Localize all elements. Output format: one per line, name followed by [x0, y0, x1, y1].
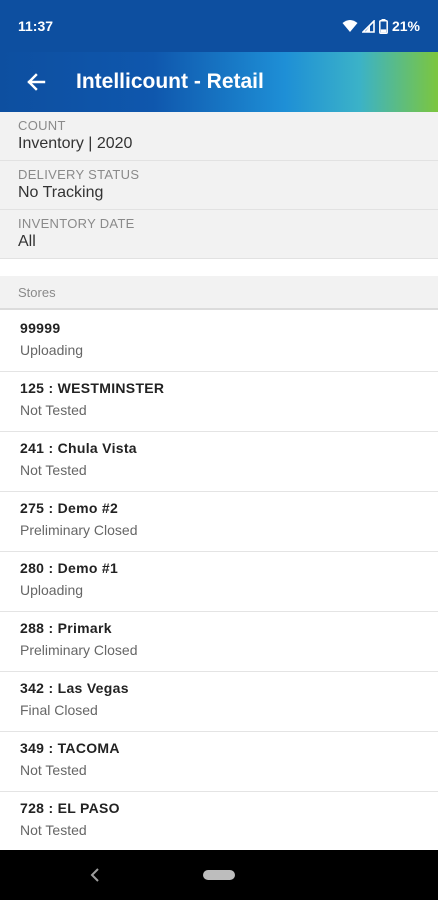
store-name: 241 : Chula Vista — [20, 440, 137, 456]
filter-value: Inventory | 2020 — [18, 135, 133, 152]
back-button[interactable] — [18, 64, 54, 100]
app-bar: Intellicount - Retail — [0, 52, 438, 112]
store-status: Uploading — [20, 582, 84, 598]
filter-count[interactable]: COUNT Inventory | 2020 — [0, 112, 438, 161]
store-list-item[interactable]: 241 : Chula Vista Not Tested — [0, 432, 438, 492]
filter-value: No Tracking — [18, 184, 104, 201]
store-status: Not Tested — [20, 462, 87, 478]
store-list-item[interactable]: 728 : EL PASO Not Tested — [0, 792, 438, 852]
store-status: Preliminary Closed — [20, 522, 138, 538]
home-pill-icon[interactable] — [203, 870, 235, 880]
store-status: Not Tested — [20, 402, 87, 418]
store-name: 288 : Primark — [20, 620, 112, 636]
store-name: 349 : TACOMA — [20, 740, 120, 756]
page-title: Intellicount - Retail — [76, 70, 264, 93]
store-list-item[interactable]: 349 : TACOMA Not Tested — [0, 732, 438, 792]
status-bar: 11:37 21% — [0, 0, 438, 52]
battery-percent: 21% — [391, 18, 420, 34]
wifi-icon — [342, 20, 358, 32]
battery-icon — [379, 18, 388, 34]
store-list-item[interactable]: 288 : Primark Preliminary Closed — [0, 612, 438, 672]
store-list-item[interactable]: 280 : Demo #1 Uploading — [0, 552, 438, 612]
store-list-item[interactable]: 99999 Uploading — [0, 312, 438, 372]
stores-section-header: Stores — [0, 276, 438, 310]
system-nav-bar — [0, 850, 438, 900]
store-name: 99999 — [20, 320, 61, 336]
status-icons: 21% — [342, 18, 420, 34]
filter-label: INVENTORY DATE — [18, 216, 135, 231]
nav-back-icon[interactable] — [88, 865, 102, 885]
store-status: Not Tested — [20, 762, 87, 778]
store-status: Not Tested — [20, 822, 87, 838]
filter-panel: COUNT Inventory | 2020 DELIVERY STATUS N… — [0, 112, 438, 259]
store-name: 125 : WESTMINSTER — [20, 380, 165, 396]
store-list-item[interactable]: 125 : WESTMINSTER Not Tested — [0, 372, 438, 432]
store-name: 342 : Las Vegas — [20, 680, 129, 696]
store-status: Preliminary Closed — [20, 642, 138, 658]
filter-label: DELIVERY STATUS — [18, 167, 140, 182]
store-status: Uploading — [20, 342, 84, 358]
store-list-item[interactable]: 275 : Demo #2 Preliminary Closed — [0, 492, 438, 552]
filter-value: All — [18, 233, 36, 250]
store-name: 275 : Demo #2 — [20, 500, 119, 516]
store-name: 280 : Demo #1 — [20, 560, 119, 576]
signal-icon — [361, 19, 375, 33]
section-spacer — [0, 260, 438, 276]
filter-label: COUNT — [18, 118, 66, 133]
filter-delivery-status[interactable]: DELIVERY STATUS No Tracking — [0, 161, 438, 210]
status-time: 11:37 — [18, 18, 54, 34]
store-list-item[interactable]: 342 : Las Vegas Final Closed — [0, 672, 438, 732]
filter-inventory-date[interactable]: INVENTORY DATE All — [0, 210, 438, 259]
store-list: 99999 Uploading 125 : WESTMINSTER Not Te… — [0, 312, 438, 852]
store-name: 728 : EL PASO — [20, 800, 120, 816]
store-status: Final Closed — [20, 702, 98, 718]
back-arrow-icon — [27, 73, 46, 91]
